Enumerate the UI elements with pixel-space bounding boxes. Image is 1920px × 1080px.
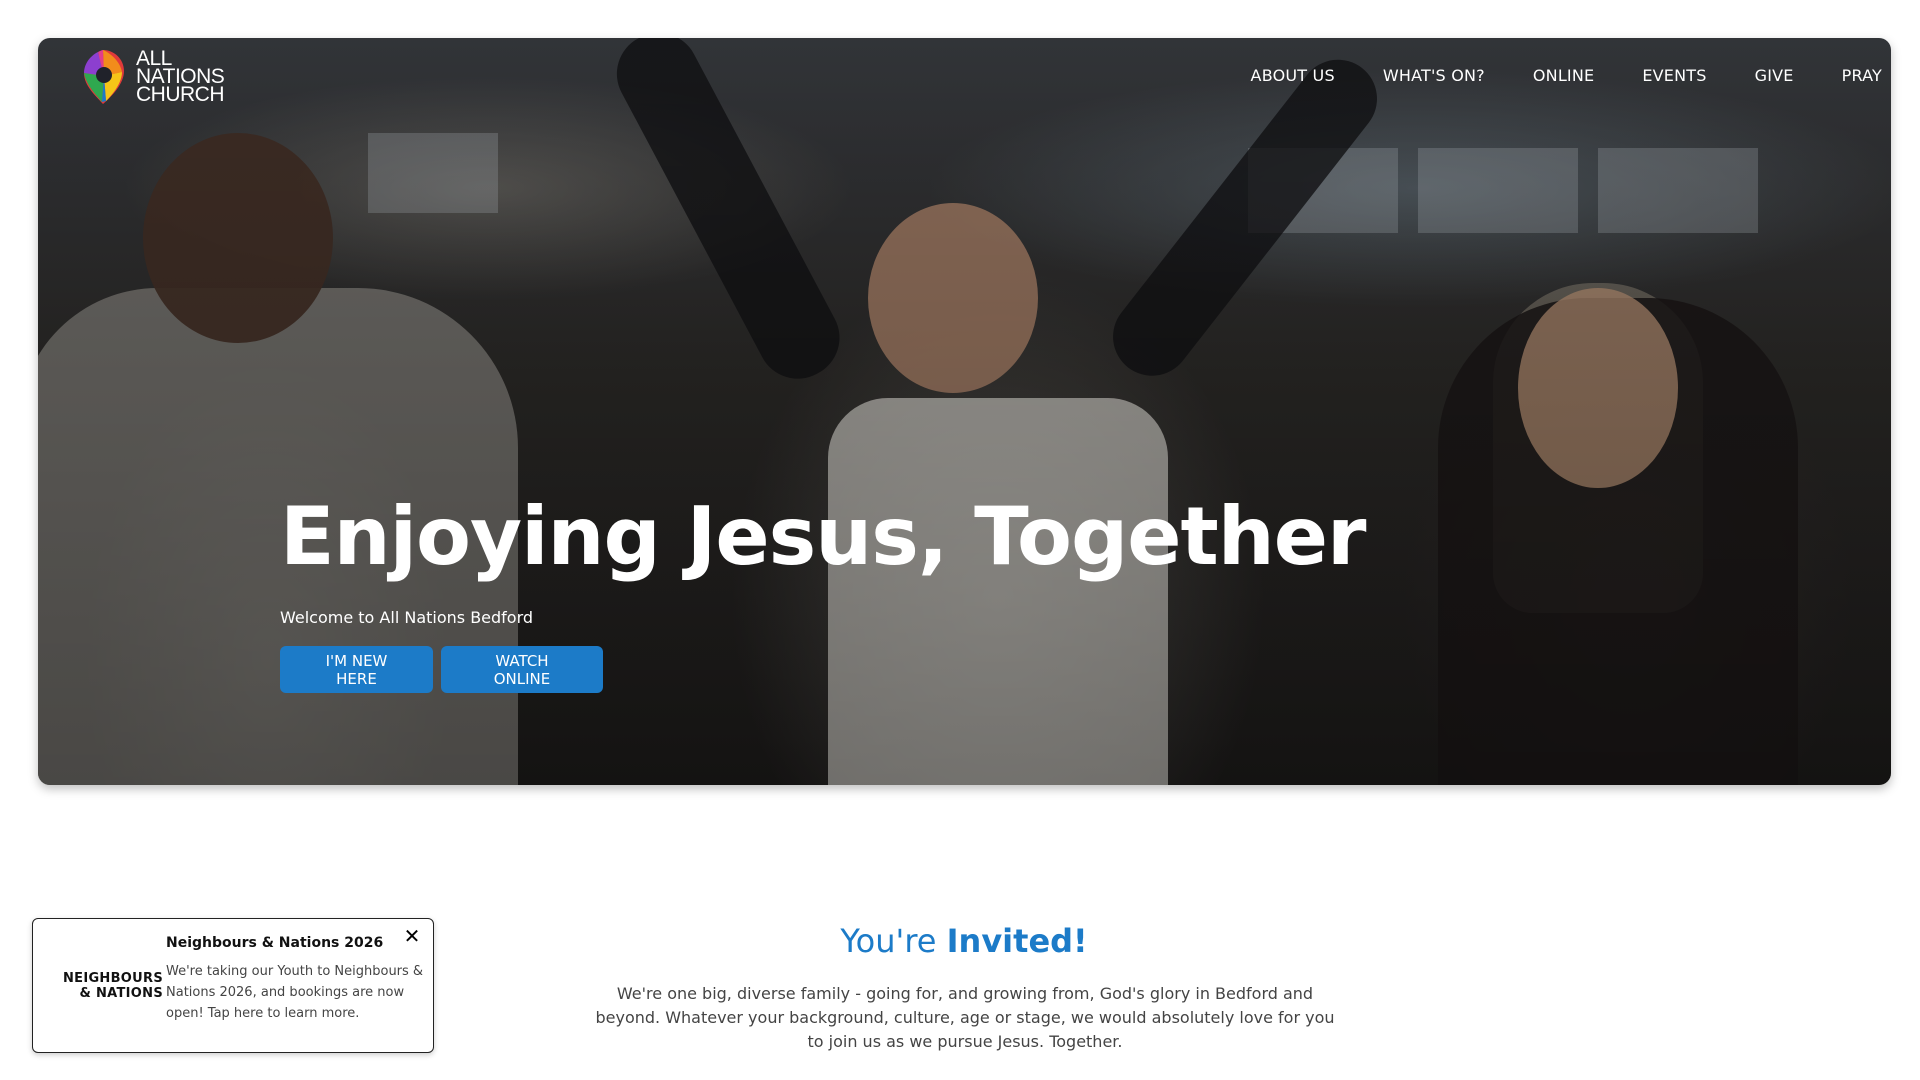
im-new-here-button[interactable]: I'M NEW HERE [280,646,433,693]
invited-body-text: We're one big, diverse family - going fo… [595,984,1335,1051]
popup-logo-line2: & NATIONS [79,986,163,1001]
popup-logo-line1: NEIGHBOURS [62,971,163,986]
nav-online[interactable]: ONLINE [1533,66,1594,85]
hero-subtitle: Welcome to All Nations Bedford [280,608,534,627]
neighbours-nations-logo: NEIGHBOURS & NATIONS [51,971,163,1001]
nav-about-us[interactable]: ABOUT US [1251,66,1335,85]
church-logo-icon [76,46,130,108]
hero-title: Enjoying Jesus, Together [280,490,1366,583]
nav-pray[interactable]: PRAY [1842,66,1882,85]
nav-whats-on[interactable]: WHAT'S ON? [1383,66,1485,85]
close-icon[interactable]: ✕ [401,925,423,947]
popup-text: We're taking our Youth to Neighbours & N… [166,964,424,1021]
logo-line-church: CHURCH [136,83,225,106]
popup-title: Neighbours & Nations 2026 [166,935,384,951]
site-logo[interactable]: ALL NATIONS CHURCH [76,46,225,108]
nav-give[interactable]: GIVE [1755,66,1794,85]
main-nav: ABOUT US WHAT'S ON? ONLINE EVENTS GIVE P… [1251,66,1882,85]
nav-events[interactable]: EVENTS [1642,66,1706,85]
invited-heading-prefix: You're [840,922,947,960]
neighbours-nations-popup[interactable]: NEIGHBOURS & NATIONS Neighbours & Nation… [32,918,434,1053]
invited-heading-accent: Invited! [946,922,1088,960]
watch-online-button[interactable]: WATCH ONLINE [441,646,603,693]
logo-wordmark: ALL NATIONS CHURCH [136,48,225,106]
